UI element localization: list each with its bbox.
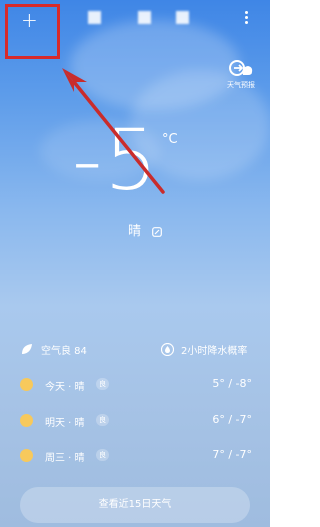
- raindrop-icon: [161, 343, 174, 356]
- edit-icon[interactable]: [152, 227, 162, 237]
- temperature-range: 7° / -7°: [212, 448, 252, 461]
- precipitation-item[interactable]: 2小时降水概率: [161, 342, 247, 357]
- precipitation-text: 2小时降水概率: [181, 346, 248, 357]
- forecast-day-row[interactable]: 周三 · 晴 良 7° / -7°: [0, 447, 270, 465]
- temperature-range: 5° / -8°: [212, 377, 252, 390]
- sun-icon: [20, 449, 33, 462]
- annotation-arrow: [62, 68, 165, 194]
- forecast-day-row[interactable]: 明天 · 晴 良 6° / -7°: [0, 412, 270, 430]
- temperature-range: 6° / -7°: [212, 413, 252, 426]
- view-15-day-forecast-button[interactable]: 查看近15日天气: [20, 487, 250, 523]
- leaf-icon: [22, 344, 32, 354]
- air-quality-text: 空气良 84: [41, 346, 87, 357]
- sun-icon: [20, 414, 33, 427]
- air-quality-badge: 良: [96, 378, 109, 390]
- forecast-day-row[interactable]: 今天 · 晴 良 5° / -8°: [0, 376, 270, 394]
- air-quality-badge: 良: [96, 449, 109, 461]
- weather-screen: + 天气预报 -5 °C 晴 空气良 84 2小时降水概率 今天 · 晴 良 5…: [0, 0, 270, 527]
- info-row: 空气良 84 2小时降水概率: [0, 340, 270, 360]
- sun-icon: [20, 378, 33, 391]
- day-label: 明天 · 晴: [45, 418, 85, 429]
- day-label: 周三 · 晴: [45, 453, 85, 464]
- day-label: 今天 · 晴: [45, 382, 85, 393]
- air-quality-badge: 良: [96, 414, 109, 426]
- weather-condition: 晴: [128, 224, 142, 239]
- air-quality-item[interactable]: 空气良 84: [20, 342, 87, 357]
